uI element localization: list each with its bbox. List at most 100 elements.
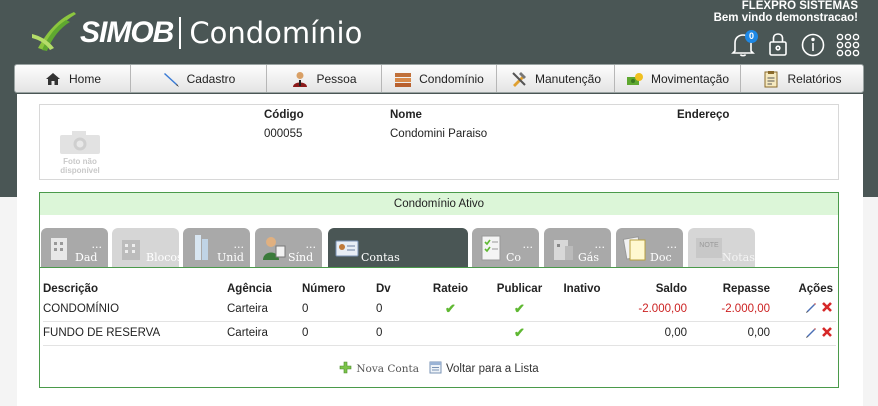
- cell-acoes: [770, 321, 836, 346]
- table-row[interactable]: CONDOMÍNIO Carteira 0 0 ✔ ✔ -2.000,00 -2…: [43, 297, 836, 322]
- table-actions: Nova Conta Voltar para a Lista: [40, 361, 838, 377]
- condominio-info-box: Foto não disponível Código Nome Endereço…: [39, 104, 839, 180]
- header-icons: 0: [730, 30, 861, 58]
- menu-item-pessoa[interactable]: Pessoa: [267, 65, 382, 92]
- nome-value: Condomini Paraiso: [390, 128, 488, 140]
- endereco-header: Endereço: [677, 109, 730, 121]
- checklist-icon: [478, 232, 504, 262]
- col-descricao[interactable]: Descrição: [43, 280, 227, 297]
- gas-icon: [550, 232, 576, 262]
- col-inativo[interactable]: Inativo: [557, 280, 607, 297]
- contas-table: Descrição Agência Número Dv Rateio Publi…: [43, 280, 836, 346]
- delete-icon[interactable]: [821, 326, 833, 341]
- condominio-status-title: Condomínio Ativo: [40, 193, 838, 215]
- menu-item-cadastro[interactable]: Cadastro: [131, 65, 267, 92]
- report-icon: [762, 70, 780, 88]
- col-dv[interactable]: Dv: [376, 280, 419, 297]
- tab-blocos[interactable]: Blocos: [112, 228, 183, 267]
- delete-icon[interactable]: [821, 301, 833, 316]
- apps-grid-icon[interactable]: [835, 30, 861, 58]
- plus-icon: [339, 361, 352, 377]
- info-icon[interactable]: [800, 30, 826, 58]
- tab-sindico[interactable]: Sínd ...: [255, 228, 322, 267]
- codigo-header: Código: [264, 109, 304, 121]
- app-logo[interactable]: SIMOB Condomínio: [30, 6, 362, 60]
- menu-label: Condomínio: [419, 71, 484, 86]
- bell-icon[interactable]: 0: [730, 30, 758, 58]
- tab-dados[interactable]: Dad ...: [41, 228, 108, 267]
- menu-item-home[interactable]: Home: [15, 65, 131, 92]
- menu-label: Pessoa: [316, 71, 357, 86]
- table-row[interactable]: FUNDO DE RESERVA Carteira 0 0 ✔ 0,00 0,0…: [43, 321, 836, 346]
- cell-numero: 0: [302, 297, 376, 322]
- cell-acoes: [770, 297, 836, 322]
- main-menu: Home Cadastro Pessoa Condomínio Manutenç…: [14, 64, 864, 93]
- cell-inativo: [557, 321, 607, 346]
- tab-notas[interactable]: NOTE Notas: [688, 228, 755, 267]
- tab-label: Doc: [650, 251, 672, 264]
- note-icon: NOTE: [694, 232, 724, 262]
- cell-publicar: ✔: [482, 321, 557, 346]
- col-saldo[interactable]: Saldo: [607, 280, 687, 297]
- menu-label: Relatórios: [787, 71, 842, 86]
- home-icon: [44, 70, 62, 88]
- condominio-tabs: Dad ... Blocos Unid ... Sínd ... Contas: [40, 228, 838, 267]
- col-rateio[interactable]: Rateio: [419, 280, 482, 297]
- back-to-list-button[interactable]: Voltar para a Lista: [429, 361, 539, 377]
- account-card-icon: [334, 232, 360, 262]
- col-numero[interactable]: Número: [302, 280, 376, 297]
- cell-dv: 0: [376, 297, 419, 322]
- person-icon: [291, 70, 309, 88]
- blocks-icon: [118, 232, 144, 262]
- company-name: FLEXPRO SISTEMAS: [741, 0, 858, 12]
- cell-saldo: 0,00: [607, 321, 687, 346]
- building-icon: [47, 232, 73, 262]
- tab-label: Notas: [722, 251, 755, 264]
- col-repasse[interactable]: Repasse: [687, 280, 770, 297]
- menu-item-movimentacao[interactable]: Movimentação: [615, 65, 741, 92]
- cell-numero: 0: [302, 321, 376, 346]
- col-acoes: Ações: [798, 282, 833, 295]
- lock-icon[interactable]: [765, 30, 791, 58]
- tab-unidades[interactable]: Unid ...: [183, 228, 250, 267]
- menu-label: Cadastro: [186, 71, 236, 86]
- money-icon: [626, 70, 644, 88]
- no-photo-placeholder: Foto não disponível: [56, 129, 104, 177]
- menu-item-condominio[interactable]: Condomínio: [382, 65, 497, 92]
- tab-label: Contas: [361, 251, 400, 264]
- menu-label: Movimentação: [650, 71, 730, 86]
- tab-label: Blocos: [146, 251, 183, 264]
- tab-co[interactable]: Co ...: [472, 228, 539, 267]
- col-agencia[interactable]: Agência: [227, 280, 302, 297]
- col-publicar[interactable]: Publicar: [482, 280, 557, 297]
- menu-item-manutencao[interactable]: Manutenção: [497, 65, 615, 92]
- logo-swoosh-icon: [30, 10, 80, 56]
- tower-icon: [189, 232, 215, 262]
- cell-repasse: 0,00: [687, 321, 770, 346]
- tab-dots: ...: [666, 238, 678, 251]
- cell-inativo: [557, 297, 607, 322]
- edit-icon[interactable]: [805, 326, 817, 341]
- cell-agencia: Carteira: [227, 321, 302, 346]
- tab-documentos[interactable]: Doc ...: [616, 228, 683, 267]
- cell-repasse: -2.000,00: [687, 297, 770, 322]
- cell-rateio: ✔: [419, 297, 482, 322]
- welcome-text: Bem vindo demonstracao!: [713, 12, 858, 24]
- cell-dv: 0: [376, 321, 419, 346]
- edit-icon[interactable]: [805, 301, 817, 316]
- building-stack-icon: [394, 70, 412, 88]
- no-photo-line2: disponível: [60, 166, 100, 175]
- no-photo-line1: Foto não: [63, 157, 97, 166]
- new-account-button[interactable]: Nova Conta: [339, 361, 419, 377]
- cell-publicar: ✔: [482, 297, 557, 322]
- tab-dots: ...: [305, 238, 317, 251]
- user-info: FLEXPRO SISTEMAS Bem vindo demonstracao!: [714, 0, 858, 24]
- check-icon: ✔: [514, 325, 525, 340]
- documents-icon: [622, 232, 648, 262]
- tab-gas[interactable]: Gás ...: [544, 228, 611, 267]
- tab-contas[interactable]: Contas: [328, 228, 468, 267]
- menu-item-relatorios[interactable]: Relatórios: [741, 65, 863, 92]
- pen-icon: [162, 70, 180, 88]
- notification-badge: 0: [745, 30, 758, 43]
- logo-divider: [179, 17, 182, 49]
